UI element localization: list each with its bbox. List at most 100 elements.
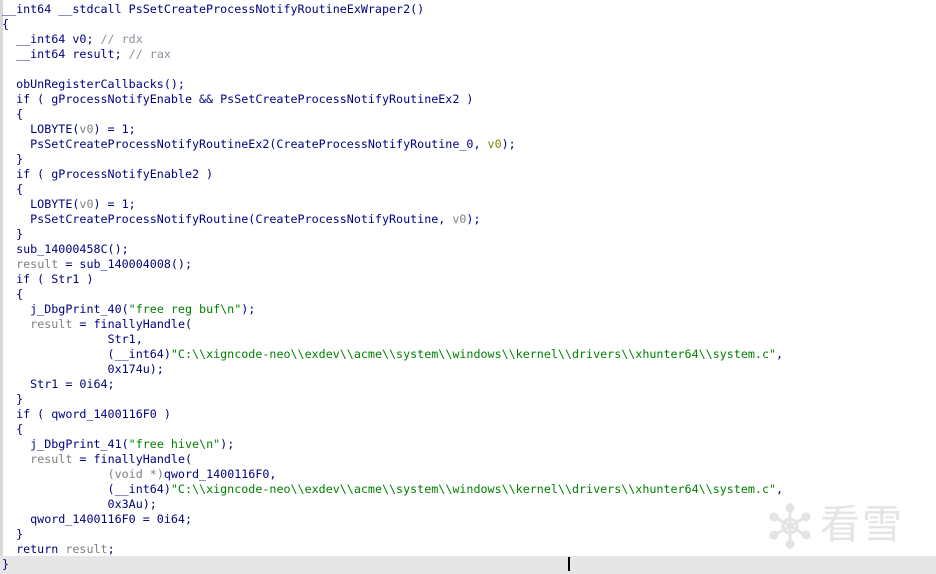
code-line[interactable]: __int64 result; // rax [2, 47, 171, 62]
code-token: Str1, [2, 332, 143, 346]
code-token: { [2, 422, 24, 436]
code-line[interactable]: return result; [2, 542, 115, 557]
code-token: j_DbgPrint_40( [2, 302, 129, 316]
code-line[interactable]: PsSetCreateProcessNotifyRoutineEx2(Creat… [2, 137, 516, 152]
code-token: { [2, 17, 10, 31]
code-line[interactable]: } [2, 227, 23, 242]
code-token: ); [501, 137, 516, 151]
code-token: ); [241, 302, 256, 316]
code-token: if ( Str1 ) [2, 272, 94, 286]
code-token: = finallyHandle( [72, 452, 193, 466]
code-token: ; [107, 542, 115, 556]
code-line[interactable]: } [2, 392, 23, 407]
code-token: v0 [487, 137, 502, 151]
code-line[interactable]: __int64 __stdcall PsSetCreateProcessNoti… [2, 2, 424, 17]
code-line[interactable]: if ( qword_1400116F0 ) [2, 407, 171, 422]
code-token: // rax [128, 47, 171, 61]
code-token: } [2, 227, 24, 241]
code-token: if ( gProcessNotifyEnable && PsSetCreate… [2, 92, 474, 106]
code-token: "C:\\xigncode-neo\\exdev\\acme\\system\\… [170, 347, 777, 361]
code-line[interactable]: sub_14000458C(); [2, 242, 129, 257]
code-token: if ( qword_1400116F0 ) [2, 407, 171, 421]
code-token: Str1 = 0i64; [2, 377, 115, 391]
code-token: { [2, 287, 24, 301]
code-line[interactable]: } [2, 527, 23, 542]
code-line[interactable]: 0x174u); [2, 362, 164, 377]
code-token: ) = 1; [93, 197, 136, 211]
code-token: qword_1400116F0 = 0i64; [2, 512, 192, 526]
code-line[interactable]: (__int64)"C:\\xigncode-neo\\exdev\\acme\… [2, 347, 784, 362]
code-token: __int64 result; [2, 47, 129, 61]
code-line[interactable]: { [2, 107, 23, 122]
code-line[interactable]: } [2, 557, 9, 572]
code-token: LOBYTE( [2, 122, 80, 136]
pseudocode-view[interactable]: __int64 __stdcall PsSetCreateProcessNoti… [0, 0, 936, 574]
code-line[interactable]: (__int64)"C:\\xigncode-neo\\exdev\\acme\… [2, 482, 784, 497]
code-line[interactable]: LOBYTE(v0) = 1; [2, 122, 136, 137]
code-token: v0 [452, 212, 467, 226]
code-token: ); [466, 212, 481, 226]
code-token: } [2, 557, 10, 571]
code-token: = finallyHandle( [72, 317, 193, 331]
code-line[interactable]: PsSetCreateProcessNotifyRoutine(CreatePr… [2, 212, 481, 227]
code-token: , [776, 482, 784, 496]
code-line[interactable]: { [2, 422, 23, 437]
code-line[interactable]: { [2, 17, 9, 32]
code-line[interactable]: j_DbgPrint_41("free hive\n"); [2, 437, 234, 452]
code-token: = sub_140004008(); [58, 257, 193, 271]
code-line[interactable]: Str1 = 0i64; [2, 377, 115, 392]
code-line[interactable]: { [2, 182, 23, 197]
code-token: } [2, 392, 24, 406]
code-token: { [2, 182, 24, 196]
code-token: PsSetCreateProcessNotifyRoutineEx2(Creat… [2, 137, 488, 151]
code-line[interactable]: (void *)qword_1400116F0, [2, 467, 277, 482]
code-line[interactable]: { [2, 287, 23, 302]
code-token: , [776, 347, 784, 361]
code-token: j_DbgPrint_41( [2, 437, 129, 451]
code-token: sub_14000458C(); [2, 242, 129, 256]
code-line[interactable]: if ( Str1 ) [2, 272, 93, 287]
code-line[interactable]: result = sub_140004008(); [2, 257, 192, 272]
text-cursor [568, 557, 570, 571]
code-line[interactable]: j_DbgPrint_40("free reg buf\n"); [2, 302, 255, 317]
code-line[interactable]: if ( gProcessNotifyEnable && PsSetCreate… [2, 92, 473, 107]
watermark: 看雪 [764, 498, 924, 552]
code-token: ); [220, 437, 235, 451]
code-token: { [2, 107, 24, 121]
code-line[interactable]: result = finallyHandle( [2, 452, 192, 467]
code-line[interactable]: Str1, [2, 332, 143, 347]
code-token: result [30, 452, 73, 466]
code-token: result [16, 257, 59, 271]
code-line[interactable]: if ( gProcessNotifyEnable2 ) [2, 167, 213, 182]
code-token: 0x3Au); [2, 497, 157, 511]
code-token: __int64 __stdcall PsSetCreateProcessNoti… [2, 2, 425, 16]
code-line[interactable]: qword_1400116F0 = 0i64; [2, 512, 192, 527]
code-token: v0 [79, 197, 94, 211]
snowflake-logo-icon [769, 502, 811, 550]
code-token: LOBYTE( [2, 197, 80, 211]
code-token: if ( gProcessNotifyEnable2 ) [2, 167, 214, 181]
code-line[interactable]: } [2, 152, 23, 167]
code-token: (__int64) [2, 347, 171, 361]
code-token: v0 [79, 122, 94, 136]
code-token: return [2, 542, 66, 556]
code-token: "C:\\xigncode-neo\\exdev\\acme\\system\\… [170, 482, 777, 496]
code-token: (void *) [107, 467, 164, 481]
code-line[interactable]: obUnRegisterCallbacks(); [2, 77, 185, 92]
code-token: (__int64) [2, 482, 171, 496]
code-token: __int64 v0; [2, 32, 101, 46]
code-line[interactable]: 0x3Au); [2, 497, 157, 512]
code-token: result [65, 542, 108, 556]
watermark-text: 看雪 [820, 502, 904, 548]
code-token: } [2, 152, 24, 166]
code-token: PsSetCreateProcessNotifyRoutine(CreatePr… [2, 212, 453, 226]
code-line[interactable]: __int64 v0; // rdx [2, 32, 143, 47]
code-line[interactable]: LOBYTE(v0) = 1; [2, 197, 136, 212]
code-line[interactable]: result = finallyHandle( [2, 317, 192, 332]
code-token: obUnRegisterCallbacks(); [2, 77, 185, 91]
code-token: result [30, 317, 73, 331]
